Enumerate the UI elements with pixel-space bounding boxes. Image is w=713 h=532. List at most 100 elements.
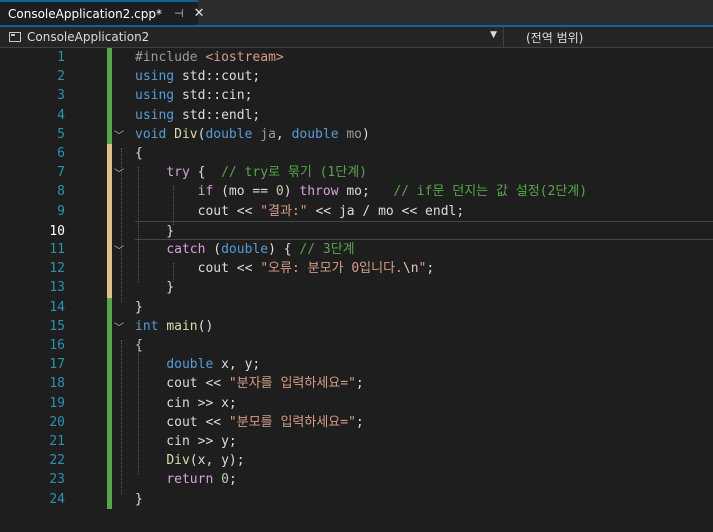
code-token: , — [275, 126, 292, 142]
fold-toggle-icon[interactable]: ﹀ — [114, 127, 124, 142]
line-number: 16 — [49, 338, 65, 353]
line-number: 14 — [49, 299, 65, 315]
code-token: using — [135, 69, 175, 85]
code-token: 0 — [275, 184, 284, 200]
line-number: 15 — [49, 318, 65, 334]
project-icon — [9, 32, 21, 42]
code-text: try { // try로 묶기 (1단계) — [135, 163, 367, 182]
code-token: mo; — [338, 184, 394, 200]
code-token: Div — [166, 453, 190, 469]
code-token: // 3단계 — [299, 242, 355, 257]
code-token: cout << — [135, 376, 229, 392]
code-text: } — [135, 278, 174, 297]
code-token: throw — [299, 184, 339, 200]
project-dropdown[interactable]: ConsoleApplication2 ▼ — [0, 27, 504, 47]
line-number: 24 — [49, 491, 65, 507]
code-token: { — [135, 146, 143, 161]
indent-guide — [138, 340, 140, 475]
code-token: std::cin; — [174, 88, 253, 104]
code-text: #include <iostream> — [135, 48, 284, 67]
code-token: // if문 던지는 값 설정(2단계) — [393, 184, 588, 200]
code-token: double — [166, 357, 214, 373]
code-token: ) { — [268, 242, 300, 257]
indent-guide — [173, 186, 175, 225]
code-token: <iostream> — [205, 50, 284, 65]
code-token: int — [135, 318, 159, 334]
line-number: 2 — [57, 69, 65, 85]
code-text: using std::cout; — [135, 67, 260, 86]
fold-toggle-icon[interactable]: ﹀ — [114, 319, 124, 334]
code-token: void — [135, 126, 167, 142]
line-number: 5 — [57, 126, 65, 142]
line-number: 4 — [57, 107, 65, 123]
code-token: using — [135, 107, 175, 123]
change-bar-saved — [107, 297, 112, 509]
line-number: 20 — [49, 414, 65, 430]
code-token: #include — [135, 50, 206, 65]
close-icon[interactable]: ✕ — [194, 6, 205, 21]
code-token: double — [291, 126, 339, 142]
scope-dropdown[interactable]: (전역 범위) — [526, 27, 583, 47]
code-token: cin >> x; — [135, 395, 237, 411]
code-text: using std::endl; — [135, 106, 260, 125]
code-token: "분모를 입력하세요=" — [228, 414, 356, 430]
code-text: } — [135, 298, 143, 317]
code-token: catch — [166, 242, 206, 257]
code-token: mo — [338, 126, 363, 142]
code-token: ) — [283, 184, 300, 200]
code-token: if — [197, 184, 214, 200]
line-number: 10 — [49, 223, 65, 239]
line-number: 12 — [49, 261, 65, 277]
pin-icon[interactable]: ⊣ — [174, 7, 184, 20]
code-token: ; — [355, 414, 364, 430]
code-token: double — [205, 126, 253, 142]
code-token: ( — [205, 242, 222, 257]
code-token: () — [197, 318, 214, 334]
code-token: std::endl; — [174, 107, 261, 123]
code-token: "오류: 분모가 0입니다. — [260, 261, 403, 277]
document-tab[interactable]: ConsoleApplication2.cpp* ⊣ ✕ — [0, 0, 204, 25]
code-token: } — [135, 491, 143, 507]
line-number: 11 — [49, 242, 65, 257]
navigation-bar: ConsoleApplication2 ▼ (전역 범위) — [0, 27, 713, 48]
code-token: "분자를 입력하세요=" — [228, 376, 356, 392]
code-token: return — [166, 472, 214, 488]
line-number: 3 — [57, 88, 65, 104]
code-text: double x, y; — [135, 355, 260, 374]
change-bar-unsaved — [107, 144, 112, 298]
code-text: cout << "결과:" << ja / mo << endl; — [135, 202, 465, 221]
code-text: cout << "분자를 입력하세요="; — [135, 374, 363, 393]
code-token: ja — [252, 126, 276, 142]
code-token: Div — [174, 126, 198, 142]
line-number: 13 — [49, 280, 65, 296]
line-number: 6 — [57, 146, 65, 161]
code-token: "결과:" — [260, 203, 308, 219]
code-text: { — [135, 144, 143, 163]
code-text: void Div(double ja, double mo) — [135, 125, 370, 144]
line-number: 9 — [57, 203, 65, 219]
code-token: 0 — [221, 472, 229, 488]
code-text: int main() — [135, 317, 213, 336]
code-token: ; — [426, 261, 435, 277]
line-number: 22 — [49, 453, 65, 469]
code-text: } — [135, 490, 143, 509]
chevron-down-icon: ▼ — [490, 30, 497, 40]
line-number: 1 — [57, 50, 65, 65]
code-token: x, y; — [213, 357, 261, 373]
code-text: cout << "오류: 분모가 0입니다.\n"; — [135, 259, 435, 278]
code-token: try — [166, 165, 190, 181]
code-line[interactable]: 10 } — [49, 220, 713, 240]
line-number: 19 — [49, 395, 65, 411]
code-token: std::cout; — [174, 69, 261, 85]
code-editor[interactable]: 1 #include <iostream> 2 using std::cout; 3 us… — [0, 48, 713, 532]
code-token: main — [166, 318, 198, 334]
document-tab-bar: ConsoleApplication2.cpp* ⊣ ✕ — [0, 0, 713, 27]
code-text: if (mo == 0) throw mo; // if문 던지는 값 설정(2… — [135, 182, 587, 201]
line-number: 21 — [49, 434, 65, 449]
code-token: // try로 묶기 (1단계) — [221, 165, 368, 181]
indent-guide — [121, 148, 123, 302]
line-number: 8 — [57, 184, 65, 200]
